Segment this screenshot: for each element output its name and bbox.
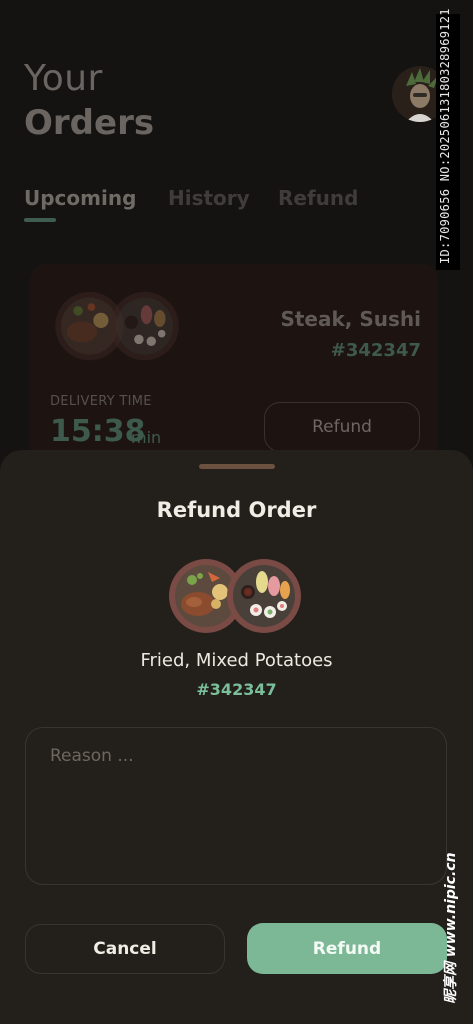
sheet-title: Refund Order xyxy=(156,498,317,522)
watermark-id: ID:7090656 NO:20250613180328969121 xyxy=(436,8,460,270)
order-refund-button[interactable]: Refund xyxy=(264,402,420,452)
delivery-time-label: DELIVERY TIME xyxy=(50,394,152,409)
tab-active-indicator xyxy=(24,218,56,222)
order-id: #342347 xyxy=(330,340,421,361)
watermark-site: 昵享网 www.nipic.cn xyxy=(436,810,466,1010)
delivery-time-unit: min xyxy=(131,428,162,447)
watermark-site-text: 昵享网 www.nipic.cn xyxy=(443,852,459,1004)
order-item-name: Steak, Sushi xyxy=(280,307,421,331)
sushi-plate-icon xyxy=(110,291,179,361)
order-card-plates xyxy=(55,291,179,361)
page-title-line1: Your xyxy=(24,58,103,99)
reason-input[interactable] xyxy=(25,727,447,885)
watermark-id-text: ID:7090656 NO:20250613180328969121 xyxy=(438,8,452,264)
refund-item-name: Fried, Mixed Potatoes xyxy=(140,650,333,671)
tab-upcoming[interactable]: Upcoming xyxy=(24,186,136,210)
tab-history[interactable]: History xyxy=(168,186,250,210)
tab-refund[interactable]: Refund xyxy=(278,186,358,210)
sheet-plates xyxy=(169,559,301,633)
sushi-plate-icon xyxy=(227,559,301,633)
cancel-button[interactable]: Cancel xyxy=(25,924,225,974)
page-title-line2: Orders xyxy=(24,103,155,143)
sheet-drag-handle[interactable] xyxy=(199,464,275,469)
refund-button[interactable]: Refund xyxy=(247,923,447,974)
refund-order-id: #342347 xyxy=(196,680,277,699)
